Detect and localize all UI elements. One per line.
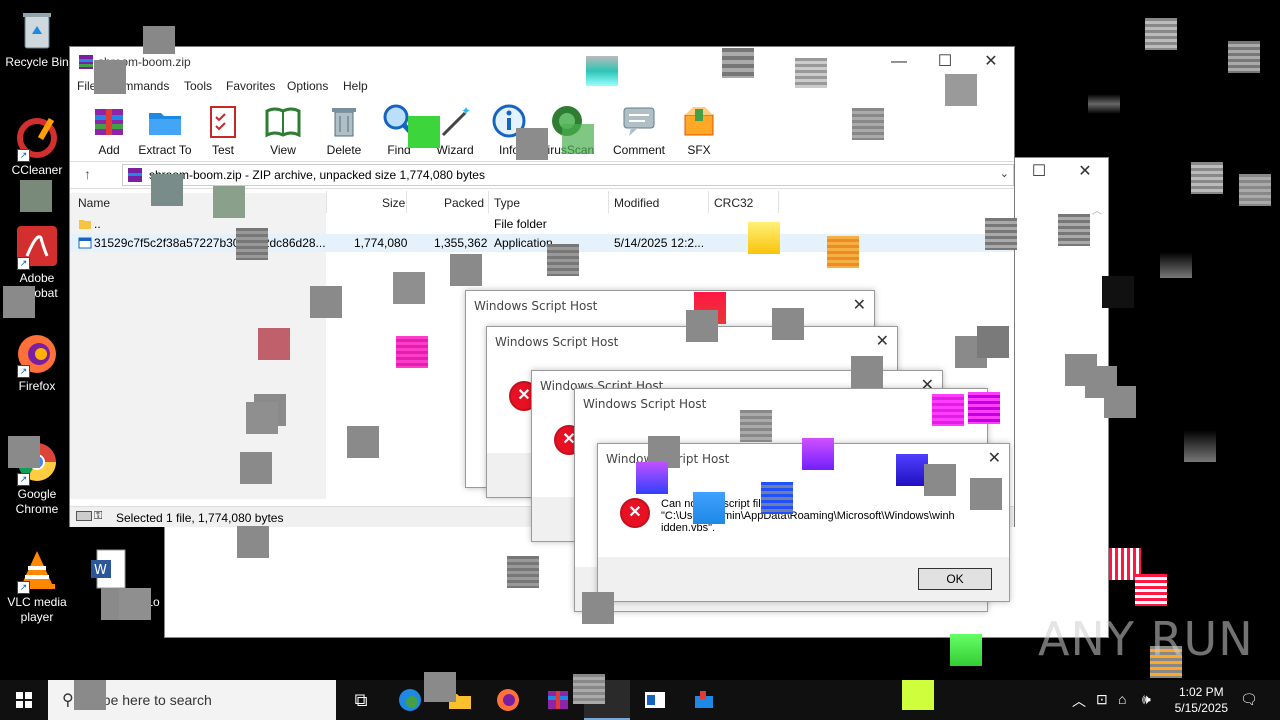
shortcut-arrow-icon: ↗ xyxy=(17,581,30,594)
menu-favorites[interactable]: Favorites xyxy=(226,79,275,93)
table-row[interactable]: 31529c7f5c2f38a57227b307b...2dc86d28... … xyxy=(70,234,1014,252)
task-view-button[interactable]: ⧉ xyxy=(346,686,376,714)
desktop-icon-firefox[interactable]: ↗ Firefox xyxy=(1,332,73,394)
wand-icon: ✦ xyxy=(437,103,473,139)
svg-text:W: W xyxy=(94,563,107,578)
drive-icon xyxy=(76,511,92,521)
book-icon xyxy=(265,103,301,139)
chevron-up-icon[interactable]: ︿ xyxy=(1072,691,1086,711)
address-bar: ↑ shroom-boom.zip - ZIP archive, unpacke… xyxy=(70,161,1014,189)
error-icon xyxy=(620,498,650,528)
menu-options[interactable]: Options xyxy=(287,79,328,93)
winrar-taskbar-icon[interactable] xyxy=(544,686,574,714)
minimize-button[interactable]: — xyxy=(876,47,922,77)
app-taskbar-icon[interactable] xyxy=(641,686,671,714)
firefox-taskbar-icon[interactable] xyxy=(494,686,524,714)
winrar-icon xyxy=(79,55,93,69)
shortcut-arrow-icon: ↗ xyxy=(17,365,30,378)
chevron-down-icon[interactable]: ⌄ xyxy=(1000,167,1009,180)
col-type[interactable]: Type xyxy=(494,196,520,210)
trash-icon xyxy=(326,103,362,139)
desktop-icon-ccleaner[interactable]: ↗ CCleaner xyxy=(1,116,73,178)
maximize-button[interactable]: ☐ xyxy=(922,47,968,77)
recycle-bin-icon xyxy=(15,8,59,52)
windows-logo-icon xyxy=(16,692,32,708)
sfx-box-icon xyxy=(681,103,717,139)
firefox-icon: ↗ xyxy=(15,332,59,378)
sfx-button[interactable]: SFX xyxy=(670,101,728,157)
title-bar: shroom-boom.zip — ☐ ✕ xyxy=(70,47,1014,77)
comment-button[interactable]: Comment xyxy=(610,101,668,157)
svg-text:✦: ✦ xyxy=(461,104,471,118)
col-packed[interactable]: Packed xyxy=(444,196,484,210)
ccleaner-icon: ↗ xyxy=(15,116,59,162)
shortcut-arrow-icon: ↗ xyxy=(17,473,30,486)
column-headers: Name Size Packed Type Modified CRC32 xyxy=(70,193,1014,213)
tool-taskbar-icon[interactable] xyxy=(690,686,720,714)
shortcut-arrow-icon: ↗ xyxy=(17,257,30,270)
start-button[interactable] xyxy=(0,680,48,720)
clock[interactable]: 1:02 PM 5/15/2025 xyxy=(1175,684,1228,716)
folder-icon xyxy=(147,103,183,139)
up-arrow-icon[interactable]: ↑ xyxy=(84,166,91,182)
col-crc[interactable]: CRC32 xyxy=(714,196,753,210)
add-button[interactable]: Add xyxy=(80,101,138,157)
comment-icon xyxy=(621,103,657,139)
desktop-icon-recycle-bin[interactable]: Recycle Bin xyxy=(1,8,73,70)
list-item[interactable]: .. File folder xyxy=(70,215,1014,233)
watermark: ANY RUN xyxy=(1038,612,1254,666)
desktop-icon-vlc[interactable]: ↗ VLC media player xyxy=(1,548,73,625)
maximize-button[interactable]: ☐ xyxy=(1016,158,1062,186)
wifi-icon[interactable]: ⌂ xyxy=(1118,691,1126,707)
path-field[interactable]: shroom-boom.zip - ZIP archive, unpacked … xyxy=(122,164,1014,186)
menu-help[interactable]: Help xyxy=(343,79,368,93)
adobe-acrobat-icon: ↗ xyxy=(15,224,59,270)
search-icon: ⚲ xyxy=(62,692,74,709)
menu-tools[interactable]: Tools xyxy=(184,79,212,93)
folder-icon xyxy=(79,220,91,229)
notifications-icon[interactable]: 🗨 xyxy=(1240,691,1258,708)
extract-to-button[interactable]: Extract To xyxy=(136,101,194,157)
close-icon[interactable]: ✕ xyxy=(853,295,866,315)
col-size[interactable]: Size xyxy=(382,196,405,210)
test-button[interactable]: Test xyxy=(194,101,252,157)
volume-icon[interactable]: 🕪 xyxy=(1142,691,1151,708)
close-icon[interactable]: ✕ xyxy=(988,448,1001,468)
add-icon xyxy=(91,103,127,139)
ok-button[interactable]: OK xyxy=(918,568,992,590)
edge-taskbar-icon[interactable] xyxy=(396,686,426,714)
vlc-icon: ↗ xyxy=(15,548,59,594)
close-button[interactable]: ✕ xyxy=(968,47,1014,77)
zip-icon xyxy=(128,168,142,182)
taskbar: ⚲ Type here to search ⧉ ︿ ⊡ ⌂ 🕪 1:02 PM … xyxy=(0,672,1280,720)
network-icon[interactable]: ⊡ xyxy=(1096,691,1108,708)
application-icon xyxy=(78,237,92,249)
clipboard-icon xyxy=(205,103,241,139)
col-name[interactable]: Name xyxy=(78,196,110,210)
shortcut-arrow-icon: ↗ xyxy=(17,149,30,162)
close-icon[interactable]: ✕ xyxy=(876,331,889,351)
close-button[interactable]: ✕ xyxy=(1062,158,1108,186)
col-modified[interactable]: Modified xyxy=(614,196,659,210)
view-button[interactable]: View xyxy=(254,101,312,157)
delete-button[interactable]: Delete xyxy=(315,101,373,157)
key-icon: ⚿ xyxy=(94,510,103,522)
